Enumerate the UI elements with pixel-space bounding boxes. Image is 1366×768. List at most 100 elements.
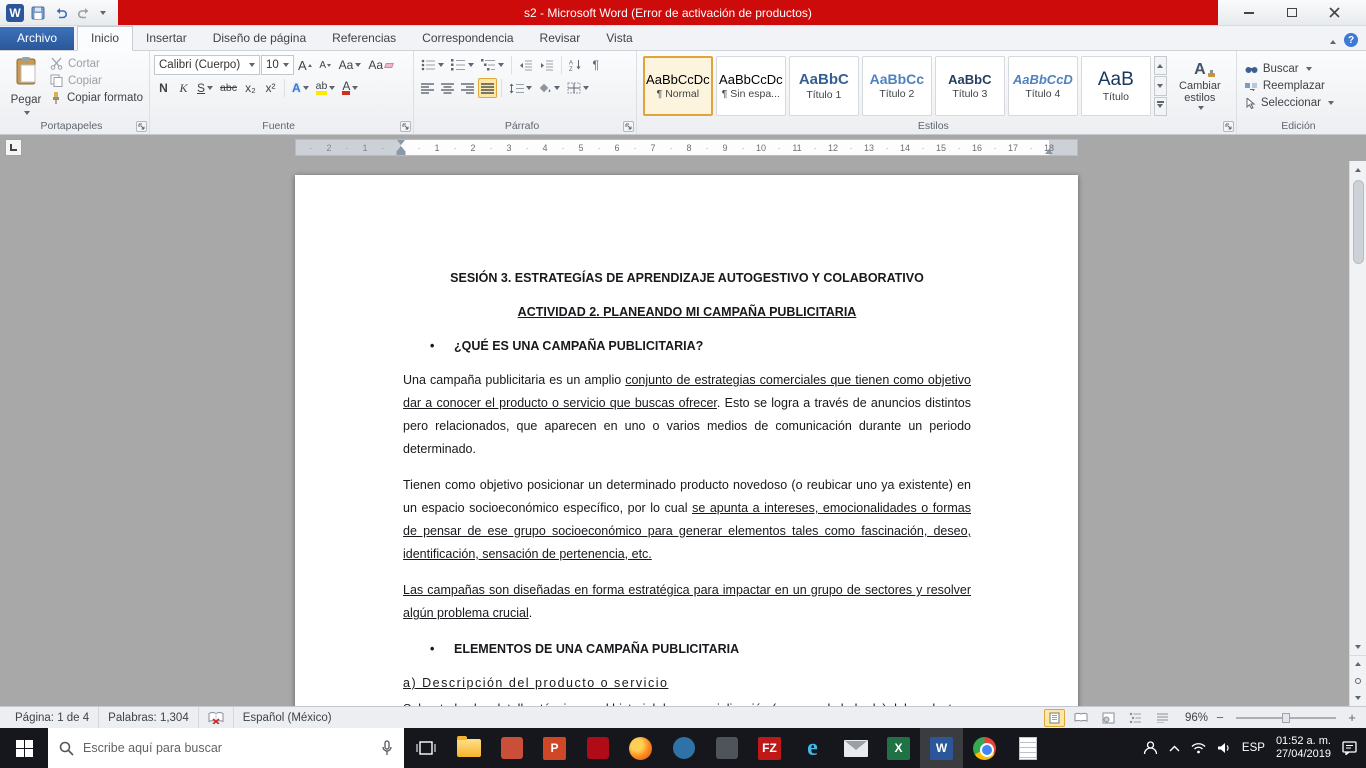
file-explorer-taskbar-icon[interactable] <box>447 728 490 768</box>
font-dialog-launcher[interactable] <box>400 121 412 132</box>
gimp-taskbar-icon[interactable] <box>705 728 748 768</box>
sort-button[interactable]: AZ <box>566 55 585 75</box>
first-line-indent-marker[interactable] <box>397 140 405 145</box>
multilevel-list-button[interactable] <box>478 55 507 75</box>
tab-insertar[interactable]: Insertar <box>133 27 200 50</box>
collapse-ribbon-icon[interactable] <box>1330 33 1336 47</box>
font-name-select[interactable]: Calibri (Cuerpo) <box>154 55 260 75</box>
style-titulo[interactable]: AaB Título <box>1080 56 1151 116</box>
network-icon[interactable] <box>1191 742 1206 754</box>
minimize-button[interactable] <box>1234 3 1264 23</box>
horizontal-ruler[interactable]: 1 2 3 4 5 6 7 8 9 10 11 12 13 14 15 16 17 18 1 2 · · · · · · · · · · ·… <box>295 139 1078 156</box>
maximize-button[interactable] <box>1277 3 1307 23</box>
word-taskbar-icon[interactable]: W <box>920 728 963 768</box>
change-case-button[interactable]: Aa <box>336 55 365 75</box>
firefox-taskbar-icon[interactable] <box>619 728 662 768</box>
change-styles-button[interactable]: A Cambiar estilos <box>1168 54 1232 118</box>
italic-button[interactable]: K <box>174 78 193 98</box>
left-indent-marker[interactable] <box>396 151 406 155</box>
vertical-scrollbar[interactable] <box>1349 161 1366 706</box>
clipboard-dialog-launcher[interactable] <box>136 121 147 132</box>
edge-taskbar-icon[interactable]: e <box>791 728 834 768</box>
zoom-level[interactable]: 96% <box>1185 712 1208 724</box>
hidden-icons-chevron[interactable] <box>1169 745 1180 752</box>
excel-taskbar-icon[interactable]: X <box>877 728 920 768</box>
styles-scroll-down-button[interactable] <box>1153 76 1167 96</box>
redo-button[interactable] <box>75 4 93 22</box>
zoom-out-button[interactable]: − <box>1214 710 1226 725</box>
qat-customize-dropdown[interactable] <box>100 10 106 15</box>
styles-scroll-up-button[interactable] <box>1153 56 1167 76</box>
align-center-button[interactable] <box>438 78 457 98</box>
decrease-indent-button[interactable] <box>516 55 536 75</box>
powerpoint-taskbar-icon[interactable]: P <box>533 728 576 768</box>
task-view-button[interactable] <box>404 728 447 768</box>
clear-formatting-button[interactable]: Aa <box>365 55 396 75</box>
replace-button[interactable]: Reemplazar <box>1244 80 1334 92</box>
styles-dialog-launcher[interactable] <box>1222 121 1234 132</box>
font-size-select[interactable]: 10 <box>261 55 294 75</box>
draft-view-button[interactable] <box>1152 709 1173 727</box>
copy-button[interactable]: Copiar <box>50 74 143 87</box>
cut-button[interactable]: Cortar <box>50 57 143 70</box>
subscript-button[interactable]: x₂ <box>241 78 260 98</box>
borders-button[interactable] <box>564 78 592 98</box>
format-painter-button[interactable]: Copiar formato <box>50 91 143 104</box>
scroll-down-button[interactable] <box>1349 638 1366 655</box>
tab-referencias[interactable]: Referencias <box>319 27 409 50</box>
style-sin-espaciado[interactable]: AaBbCcDc ¶ Sin espa... <box>715 56 786 116</box>
close-button[interactable] <box>1320 3 1350 23</box>
style-titulo-2[interactable]: AaBbCc Título 2 <box>861 56 932 116</box>
styles-more-button[interactable] <box>1153 96 1167 116</box>
next-page-button[interactable] <box>1349 689 1366 706</box>
people-icon[interactable] <box>1143 741 1158 755</box>
tab-diseno-de-pagina[interactable]: Diseño de página <box>200 27 319 50</box>
select-button[interactable]: Seleccionar <box>1245 97 1334 109</box>
outline-view-button[interactable] <box>1125 709 1146 727</box>
clock[interactable]: 01:52 a. m. 27/04/2019 <box>1276 735 1331 761</box>
style-titulo-4[interactable]: AaBbCcD Título 4 <box>1007 56 1078 116</box>
style-titulo-1[interactable]: AaBbC Título 1 <box>788 56 859 116</box>
page-indicator[interactable]: Página: 1 de 4 <box>6 707 100 728</box>
tab-inicio[interactable]: Inicio <box>77 26 134 51</box>
numbering-button[interactable] <box>448 55 477 75</box>
web-layout-view-button[interactable] <box>1098 709 1119 727</box>
mail-taskbar-icon[interactable] <box>834 728 877 768</box>
save-button[interactable] <box>29 4 47 22</box>
chrome-taskbar-icon[interactable] <box>963 728 1006 768</box>
language-indicator[interactable]: Español (México) <box>234 707 341 728</box>
microphone-icon[interactable] <box>381 740 393 756</box>
strikethrough-button[interactable]: abc <box>217 78 240 98</box>
input-language-indicator[interactable]: ESP <box>1242 742 1265 754</box>
volume-icon[interactable] <box>1217 742 1231 754</box>
tab-archivo[interactable]: Archivo <box>0 27 75 50</box>
tab-stop-selector[interactable] <box>5 139 22 156</box>
align-left-button[interactable] <box>418 78 437 98</box>
action-center-icon[interactable] <box>1342 741 1357 755</box>
document-page[interactable]: SESIÓN 3. ESTRATEGÍAS DE APRENDIZAJE AUT… <box>295 175 1078 706</box>
shrink-font-button[interactable]: A <box>316 55 335 75</box>
highlight-color-button[interactable]: ab <box>313 78 339 98</box>
line-spacing-button[interactable] <box>506 78 535 98</box>
align-right-button[interactable] <box>458 78 477 98</box>
bold-button[interactable]: N <box>154 78 173 98</box>
bullets-button[interactable] <box>418 55 447 75</box>
zoom-slider-thumb[interactable] <box>1282 712 1290 723</box>
photos-taskbar-icon[interactable] <box>490 728 533 768</box>
search-input[interactable] <box>83 741 372 755</box>
thunderbird-taskbar-icon[interactable] <box>662 728 705 768</box>
select-browse-object-button[interactable] <box>1349 672 1366 689</box>
increase-indent-button[interactable] <box>537 55 557 75</box>
previous-page-button[interactable] <box>1349 655 1366 672</box>
undo-button[interactable] <box>52 4 70 22</box>
tab-revisar[interactable]: Revisar <box>527 27 594 50</box>
tab-vista[interactable]: Vista <box>593 27 645 50</box>
justify-button[interactable] <box>478 78 498 98</box>
zoom-in-button[interactable]: + <box>1346 710 1358 725</box>
word-count[interactable]: Palabras: 1,304 <box>99 707 199 728</box>
style-normal[interactable]: AaBbCcDc ¶ Normal <box>642 56 713 116</box>
find-button[interactable]: Buscar <box>1245 63 1334 75</box>
underline-button[interactable]: S <box>194 78 216 98</box>
shading-button[interactable] <box>536 78 563 98</box>
fullscreen-reading-view-button[interactable] <box>1071 709 1092 727</box>
